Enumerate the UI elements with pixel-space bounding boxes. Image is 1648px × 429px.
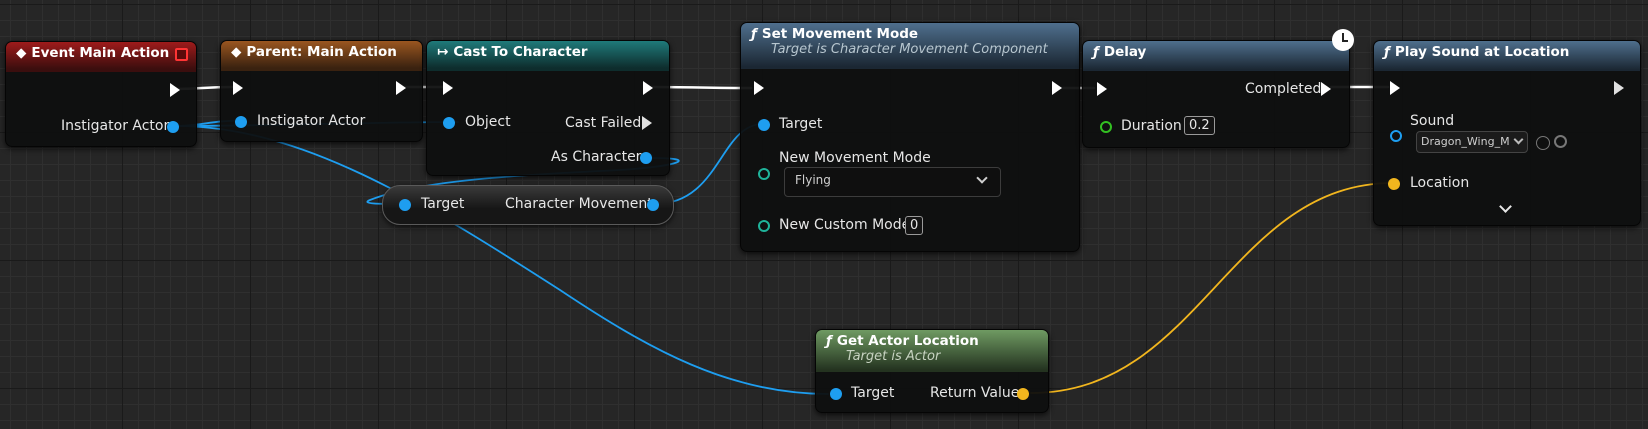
pin-label: New Custom Mode [779, 217, 911, 233]
exec-out-pin[interactable] [643, 81, 653, 95]
exec-in-pin[interactable] [754, 81, 764, 95]
node-subtitle: Target is Actor [846, 349, 941, 364]
pin-label: Sound [1410, 113, 1455, 129]
pin-label: Instigator Actor [257, 113, 366, 129]
instigator-actor-in-pin[interactable] [235, 116, 247, 128]
sound-pin[interactable] [1390, 130, 1402, 142]
function-icon: ƒ [1093, 44, 1099, 60]
node-header: ƒ Delay [1083, 41, 1349, 71]
exec-out-pin[interactable] [170, 83, 180, 97]
pin-label: Completed [1245, 81, 1322, 97]
event-icon: ◆ [16, 45, 27, 61]
chevron-down-icon[interactable] [1499, 200, 1512, 213]
movement-mode-dropdown[interactable]: Flying [784, 167, 1001, 197]
pin-label: Instigator Actor [61, 118, 170, 134]
instigator-actor-out-pin[interactable] [167, 121, 179, 133]
vector-wire [1030, 182, 1394, 394]
search-icon[interactable] [1554, 135, 1567, 148]
exec-in-pin[interactable] [1390, 81, 1400, 95]
chevron-down-icon [1513, 134, 1524, 145]
pin-label: Cast Failed [565, 115, 642, 131]
pin-label: Target [779, 116, 823, 132]
exec-in-pin[interactable] [233, 81, 243, 95]
custom-mode-value[interactable]: 0 [905, 216, 924, 235]
pin-label: As Character [551, 149, 642, 165]
parent-main-action-node[interactable]: ◆ Parent: Main Action Instigator Actor [220, 40, 423, 142]
target-in-pin[interactable] [399, 199, 411, 211]
node-header: ƒ Play Sound at Location [1374, 41, 1640, 71]
node-header: ƒ Get Actor Location Target is Actor [816, 330, 1048, 372]
set-movement-mode-node[interactable]: ƒ Set Movement Mode Target is Character M… [740, 22, 1080, 252]
get-actor-location-node[interactable]: ƒ Get Actor Location Target is Actor Targ… [815, 329, 1049, 413]
event-icon: ◆ [231, 44, 242, 60]
pin-label: New Movement Mode [779, 150, 931, 166]
target-in-pin[interactable] [758, 119, 770, 131]
node-header: ↦ Cast To Character [427, 41, 669, 71]
function-icon: ƒ [1384, 44, 1390, 60]
function-icon: ƒ [826, 333, 832, 349]
cast-to-character-node[interactable]: ↦ Cast To Character Object Cast Failed As… [426, 40, 670, 176]
pin-label: Character Movement [505, 196, 653, 212]
pin-label: Target [851, 385, 895, 401]
character-movement-getter-node[interactable]: Target Character Movement [382, 185, 674, 225]
exec-out-pin[interactable] [396, 81, 406, 95]
chevron-down-icon [976, 172, 988, 184]
node-title: Get Actor Location [836, 333, 979, 349]
character-movement-out-pin[interactable] [647, 199, 659, 211]
pin-label: Return Value [930, 385, 1020, 401]
function-icon: ƒ [751, 26, 757, 42]
as-character-out-pin[interactable] [640, 152, 652, 164]
browse-back-icon[interactable] [1536, 136, 1550, 150]
pin-label: Target [421, 196, 465, 212]
clock-icon [1332, 29, 1354, 51]
location-pin[interactable] [1388, 178, 1400, 190]
cast-failed-exec-pin[interactable] [642, 116, 652, 130]
dropdown-value: Dragon_Wing_M [1421, 135, 1510, 148]
pin-label: Object [465, 114, 511, 130]
duration-pin[interactable] [1100, 121, 1112, 133]
sound-asset-dropdown[interactable]: Dragon_Wing_M [1416, 131, 1528, 153]
node-header: ƒ Set Movement Mode Target is Character M… [741, 23, 1079, 69]
exec-out-pin[interactable] [1614, 81, 1624, 95]
node-title: Set Movement Mode [761, 26, 919, 42]
new-custom-mode-pin[interactable] [758, 220, 770, 232]
exec-in-pin[interactable] [1097, 82, 1107, 96]
node-title: Cast To Character [453, 44, 588, 60]
exec-in-pin[interactable] [443, 81, 453, 95]
pin-label: Duration [1121, 118, 1182, 134]
duration-value[interactable]: 0.2 [1184, 116, 1215, 135]
node-subtitle: Target is Character Movement Component [771, 42, 1048, 57]
delegate-pin-icon[interactable] [175, 48, 188, 61]
node-title: Parent: Main Action [246, 44, 397, 60]
node-title: Event Main Action [31, 45, 170, 61]
dropdown-value: Flying [795, 173, 831, 187]
cast-icon: ↦ [437, 44, 449, 60]
return-value-pin[interactable] [1017, 388, 1029, 400]
node-header: ◆ Event Main Action [6, 42, 196, 72]
new-movement-mode-pin[interactable] [758, 168, 770, 180]
delay-node[interactable]: ƒ Delay Completed Duration 0.2 [1082, 40, 1350, 148]
target-in-pin[interactable] [830, 388, 842, 400]
node-title: Delay [1103, 44, 1147, 60]
event-main-action-node[interactable]: ◆ Event Main Action Instigator Actor [5, 41, 197, 147]
node-header: ◆ Parent: Main Action [221, 41, 422, 71]
node-title: Play Sound at Location [1394, 44, 1570, 60]
completed-exec-out-pin[interactable] [1321, 82, 1331, 96]
pin-label: Location [1410, 175, 1470, 191]
play-sound-at-location-node[interactable]: ƒ Play Sound at Location Sound Dragon_Win… [1373, 40, 1641, 226]
object-in-pin[interactable] [443, 117, 455, 129]
exec-out-pin[interactable] [1052, 81, 1062, 95]
